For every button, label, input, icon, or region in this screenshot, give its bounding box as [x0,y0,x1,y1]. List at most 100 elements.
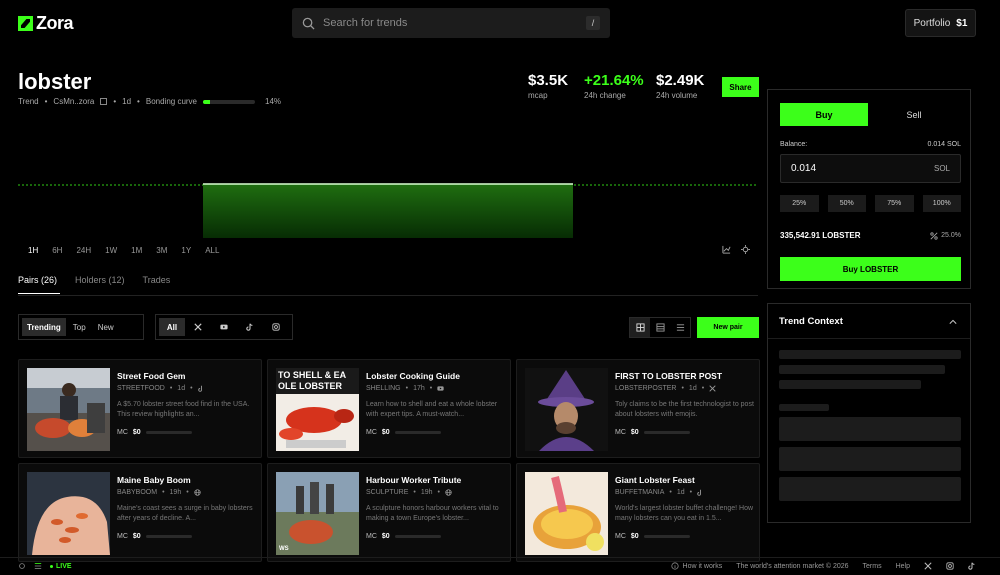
info-icon [670,562,679,570]
sell-tab[interactable]: Sell [870,103,958,126]
change-label: 24h change [584,91,626,100]
new-pair-button[interactable]: New pair [697,317,759,338]
receive-amount: 335,542.91 LOBSTER [780,231,861,240]
logo[interactable]: Zora [18,13,74,34]
timeframe-1m[interactable]: 1M [131,246,142,255]
card-meta: STREETFOOD • 1d • [117,385,205,392]
card-age: 19h [420,489,433,496]
chart-area [203,184,573,238]
amount-input[interactable] [791,163,891,174]
card-title: Street Food Gem [117,371,186,381]
chevron-up-icon[interactable] [949,318,957,326]
search-input[interactable] [323,17,586,29]
pair-card[interactable]: Maine Baby Boom BABYBOOM • 19h • Maine's c… [18,463,262,562]
tiktok-icon [697,489,702,496]
skeleton-line [779,380,921,389]
card-title: Giant Lobster Feast [615,475,695,485]
terms-link[interactable]: Terms [863,563,882,570]
settings-icon[interactable] [18,562,26,570]
pair-card[interactable]: Street Food Gem STREETFOOD • 1d • A $5.70 … [18,359,262,458]
grid-icon [635,323,645,332]
card-title: Lobster Cooking Guide [366,371,460,381]
sort-trending[interactable]: Trending [22,318,66,336]
platform-tiktok[interactable] [237,318,263,336]
balance-value: 0.014 SOL [927,141,961,148]
price-chart[interactable] [18,110,758,240]
card-description: Toly claims to be the first technologist… [615,401,754,418]
card-title: Maine Baby Boom [117,475,191,485]
harbour-sculpture-image: WS [276,472,359,555]
x-icon[interactable] [924,562,932,570]
buy-lobster-button[interactable]: Buy LOBSTER [780,257,961,281]
volume-value: $2.49K [656,72,705,89]
how-it-works-link[interactable]: How it works [670,562,722,570]
help-link[interactable]: Help [896,563,910,570]
timeframe-1h[interactable]: 1H [28,246,38,255]
tab-trades[interactable]: Trades [143,275,171,285]
platform-all[interactable]: All [159,318,185,336]
preset-25-button[interactable]: 25% [780,195,819,212]
pair-card[interactable]: WS Harbour Worker Tribute SCULPTURE • 19h… [267,463,511,562]
card-market-cap: MC $0 [366,429,441,436]
zora-logo-icon [18,16,33,31]
bonding-percent: 14% [265,97,282,106]
card-mc-bar [643,535,690,538]
timeframe-1y[interactable]: 1Y [181,246,191,255]
sort-top[interactable]: Top [68,318,91,336]
timeframe-6h[interactable]: 6H [52,246,62,255]
preset-100-button[interactable]: 100% [922,195,961,212]
card-age: 1d [676,489,685,496]
timeframe-all[interactable]: ALL [205,246,219,255]
timeframe-24h[interactable]: 24H [76,246,91,255]
active-tab-indicator [18,293,60,294]
platform-youtube[interactable] [211,318,237,336]
share-button[interactable]: Share [722,77,759,97]
preset-50-button[interactable]: 50% [827,195,866,212]
preset-75-button[interactable]: 75% [875,195,914,212]
card-ticker: BUFFETMANIA [615,489,665,496]
grid-view-button[interactable] [630,318,650,337]
globe-icon [194,489,201,496]
token-age: 1d [122,97,132,106]
sort-new[interactable]: New [93,318,119,336]
copy-icon[interactable] [100,98,108,105]
pair-card[interactable]: Giant Lobster Feast BUFFETMANIA • 1d • Wor… [516,463,760,562]
settings-icon[interactable] [741,245,750,254]
timeframe-3m[interactable]: 3M [156,246,167,255]
layers-icon[interactable] [34,562,42,570]
footer: LIVE How it works The world's attention … [0,557,1000,575]
trend-context-panel: Trend Context [767,303,971,523]
instagram-icon [272,323,280,331]
x-icon [194,323,202,331]
skeleton-block [779,477,961,501]
instagram-icon[interactable] [946,562,954,570]
pair-card[interactable]: TO SHELL & EA OLE LOBSTER Lobster Cookin… [267,359,511,458]
tab-pairs[interactable]: Pairs (26) [18,275,57,285]
tiktok-icon[interactable] [968,562,976,570]
amount-field[interactable]: SOL [780,154,961,183]
timeframe-1w[interactable]: 1W [105,246,117,255]
thumb-text-line-1: WS [279,546,289,552]
compact-view-button[interactable] [650,318,670,337]
platform-instagram[interactable] [263,318,289,336]
card-meta: BABYBOOM • 19h • [117,489,201,496]
card-market-cap: MC $0 [117,429,192,436]
mcap-value: $3.5K [528,72,569,89]
token-type: Trend [18,97,39,106]
youtube-icon [437,386,444,391]
pair-card[interactable]: FIRST TO LOBSTER POST LOBSTERPOSTER • 1d •… [516,359,760,458]
card-mc-bar [145,535,192,538]
chart-type-icon[interactable] [722,245,731,254]
card-meta: SHELLING • 17h • [366,385,444,392]
search-bar[interactable]: / [292,8,610,38]
card-thumbnail [525,368,608,451]
balance-label: Balance: [780,141,808,148]
live-indicator: LIVE [50,563,72,570]
amount-unit: SOL [933,164,950,173]
portfolio-button[interactable]: Portfolio $1 [905,9,976,37]
slippage-setting[interactable]: 25.0% [930,231,961,240]
tab-holders[interactable]: Holders (12) [75,275,125,285]
buy-tab[interactable]: Buy [780,103,868,126]
platform-x[interactable] [185,318,211,336]
list-view-button[interactable] [670,318,690,337]
